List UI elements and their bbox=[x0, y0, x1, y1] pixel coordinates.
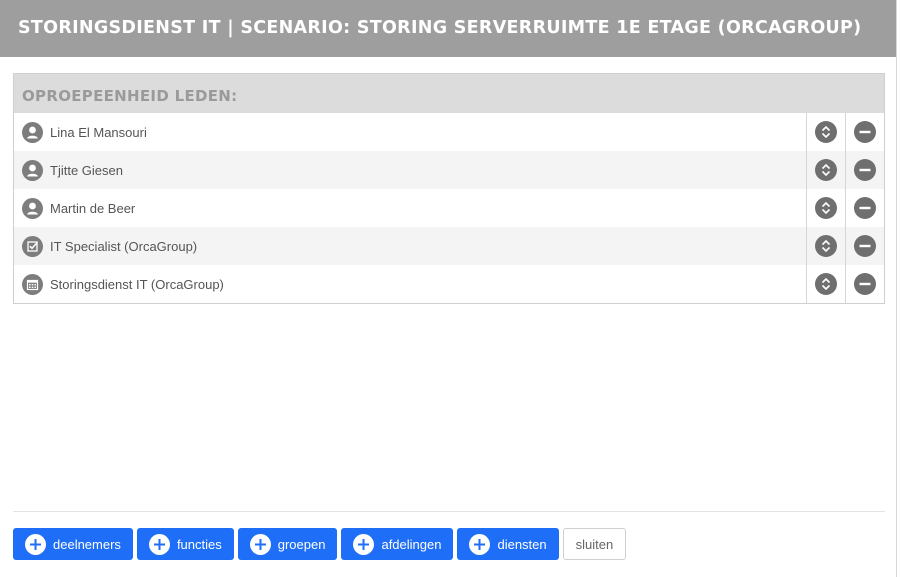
modal-dialog: STORINGSDIENST IT | SCENARIO: STORING SE… bbox=[0, 0, 897, 577]
button-label: groepen bbox=[277, 536, 326, 552]
list-item: Storingsdienst IT (OrcaGroup) bbox=[14, 265, 884, 303]
reorder-cell bbox=[806, 189, 845, 227]
panel-header: OPROEPEENHEID LEDEN: bbox=[14, 74, 884, 113]
add-functies-button[interactable]: functies bbox=[136, 528, 234, 560]
plus-icon bbox=[148, 533, 170, 555]
reorder-icon[interactable] bbox=[815, 235, 837, 257]
list-item-main: Storingsdienst IT (OrcaGroup) bbox=[14, 265, 806, 303]
list-item-main: Martin de Beer bbox=[14, 189, 806, 227]
list-item: IT Specialist (OrcaGroup) bbox=[14, 227, 884, 265]
plus-icon bbox=[249, 533, 271, 555]
remove-icon[interactable] bbox=[854, 235, 876, 257]
reorder-cell bbox=[806, 265, 845, 303]
remove-cell bbox=[845, 227, 884, 265]
list-item-main: Tjitte Giesen bbox=[14, 151, 806, 189]
member-name: IT Specialist (OrcaGroup) bbox=[50, 238, 198, 254]
person-icon bbox=[22, 121, 43, 143]
member-name: Storingsdienst IT (OrcaGroup) bbox=[50, 276, 224, 292]
reorder-cell bbox=[806, 227, 845, 265]
reorder-icon[interactable] bbox=[815, 159, 837, 181]
remove-cell bbox=[845, 113, 884, 151]
footer-divider bbox=[13, 511, 885, 512]
reorder-icon[interactable] bbox=[815, 121, 837, 143]
add-diensten-button[interactable]: diensten bbox=[457, 528, 559, 560]
plus-icon bbox=[25, 533, 46, 555]
members-panel: OPROEPEENHEID LEDEN: Lina El Mansouri Tj… bbox=[13, 73, 885, 304]
button-label: deelnemers bbox=[53, 536, 121, 552]
add-deelnemers-button[interactable]: deelnemers bbox=[13, 528, 133, 560]
add-afdelingen-button[interactable]: afdelingen bbox=[341, 528, 454, 560]
button-label: afdelingen bbox=[381, 536, 442, 552]
plus-icon bbox=[353, 533, 375, 555]
calendar-icon bbox=[22, 273, 43, 295]
remove-cell bbox=[845, 265, 884, 303]
reorder-cell bbox=[806, 151, 845, 189]
reorder-icon[interactable] bbox=[815, 197, 837, 219]
member-name: Lina El Mansouri bbox=[50, 124, 147, 140]
plus-icon bbox=[469, 533, 491, 555]
button-label: diensten bbox=[497, 536, 547, 552]
list-item-main: Lina El Mansouri bbox=[14, 113, 806, 151]
member-name: Martin de Beer bbox=[50, 200, 136, 216]
list-item: Tjitte Giesen bbox=[14, 151, 884, 189]
footer-toolbar: deelnemers functies groepen afdelingen d… bbox=[13, 528, 627, 560]
reorder-icon[interactable] bbox=[815, 273, 837, 295]
button-label: functies bbox=[176, 536, 222, 552]
add-groepen-button[interactable]: groepen bbox=[237, 528, 338, 560]
person-icon bbox=[22, 159, 43, 181]
remove-cell bbox=[845, 189, 884, 227]
remove-icon[interactable] bbox=[854, 197, 876, 219]
remove-icon[interactable] bbox=[854, 121, 876, 143]
close-button[interactable]: sluiten bbox=[562, 528, 627, 560]
remove-icon[interactable] bbox=[854, 159, 876, 181]
list-item: Martin de Beer bbox=[14, 189, 884, 227]
list-item-main: IT Specialist (OrcaGroup) bbox=[14, 227, 806, 265]
reorder-cell bbox=[806, 113, 845, 151]
function-check-icon bbox=[22, 235, 43, 257]
member-name: Tjitte Giesen bbox=[50, 162, 123, 178]
person-icon bbox=[22, 197, 43, 219]
list-item: Lina El Mansouri bbox=[14, 113, 884, 151]
modal-title: STORINGSDIENST IT | SCENARIO: STORING SE… bbox=[0, 0, 896, 57]
remove-cell bbox=[845, 151, 884, 189]
remove-icon[interactable] bbox=[854, 273, 876, 295]
